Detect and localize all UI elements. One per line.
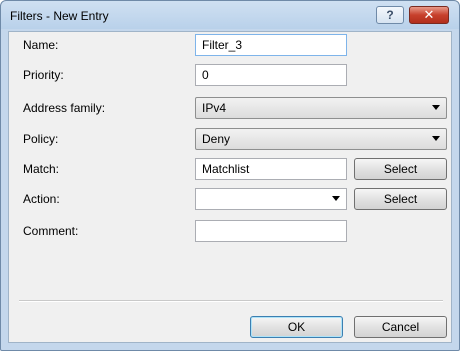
close-icon: ✕ <box>423 7 435 22</box>
chevron-down-icon <box>432 105 440 110</box>
dialog-body: Name: Filter_3 Priority: 0 Address famil… <box>8 31 452 343</box>
policy-value: Deny <box>202 132 231 146</box>
chevron-down-icon <box>432 136 440 141</box>
chevron-down-icon[interactable] <box>332 196 340 201</box>
address-family-value: IPv4 <box>202 101 227 115</box>
address-family-select[interactable]: IPv4 <box>195 97 447 119</box>
ok-button[interactable]: OK <box>250 316 343 338</box>
match-select-button[interactable]: Select <box>354 158 447 180</box>
match-label: Match: <box>23 162 60 176</box>
comment-label: Comment: <box>23 224 79 238</box>
action-select-button[interactable]: Select <box>354 188 447 210</box>
policy-select[interactable]: Deny <box>195 128 447 150</box>
priority-label: Priority: <box>23 68 64 82</box>
action-combo[interactable] <box>195 188 347 210</box>
dialog-window: Filters - New Entry ? ✕ Name: Filter_3 P… <box>0 0 460 351</box>
cancel-button[interactable]: Cancel <box>354 316 447 338</box>
help-button[interactable]: ? <box>376 6 404 24</box>
policy-label: Policy: <box>23 132 59 146</box>
action-label: Action: <box>23 192 60 206</box>
title-bar[interactable]: Filters - New Entry ? ✕ <box>1 1 459 31</box>
close-button[interactable]: ✕ <box>409 6 449 24</box>
question-mark-icon: ? <box>386 8 394 22</box>
address-family-label: Address family: <box>23 101 106 115</box>
name-label: Name: <box>23 38 59 52</box>
match-input[interactable]: Matchlist <box>195 158 347 180</box>
name-input[interactable]: Filter_3 <box>195 34 347 56</box>
priority-input[interactable]: 0 <box>195 64 347 86</box>
separator <box>19 300 443 302</box>
comment-input[interactable] <box>195 220 347 242</box>
window-title: Filters - New Entry <box>10 9 109 23</box>
